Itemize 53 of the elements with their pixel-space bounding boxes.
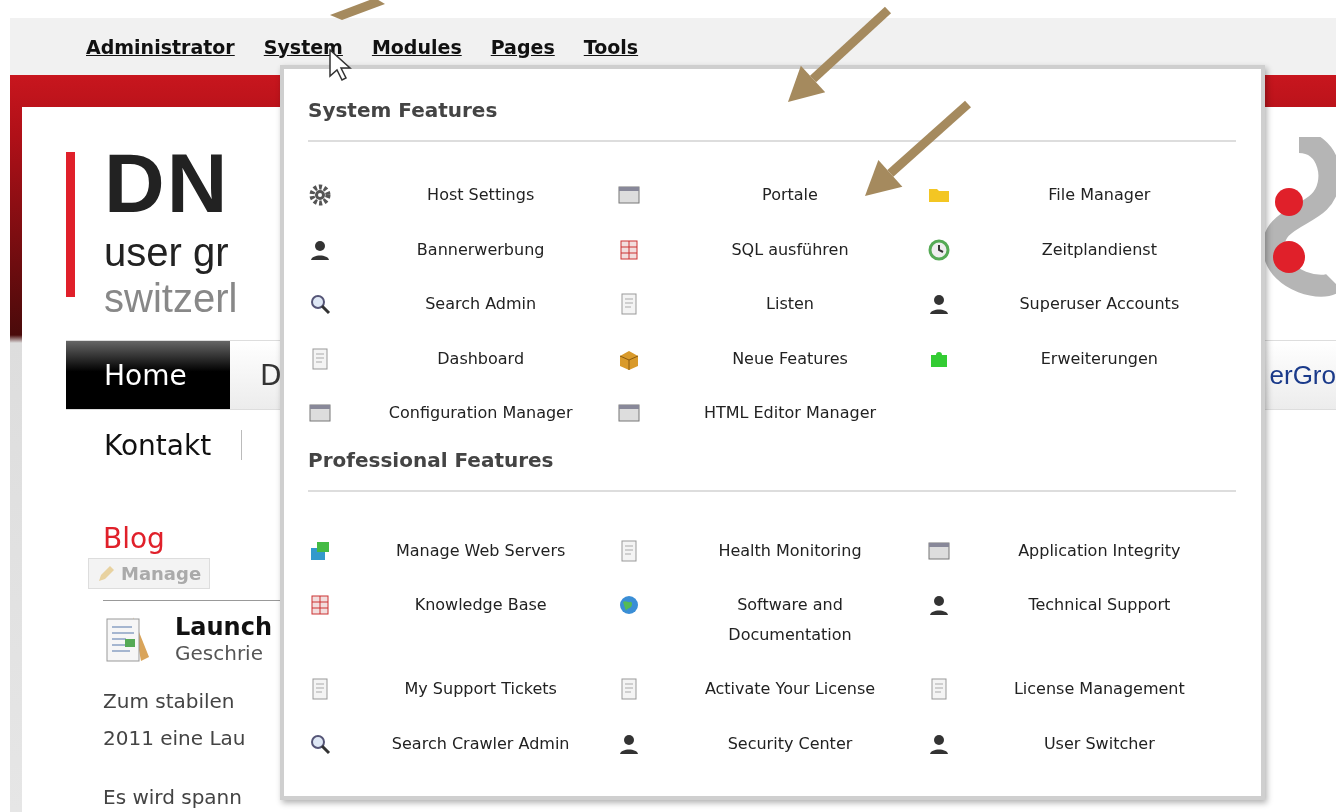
menu-item[interactable]: Knowledge Base [308, 572, 618, 656]
menu-item[interactable]: Manage Web Servers [308, 517, 618, 572]
section-heading: Professional Features [308, 446, 555, 474]
paragraph: Zum stabilen 2011 eine Lau [103, 688, 247, 752]
menu-item[interactable]: Search Crawler Admin [308, 710, 618, 765]
menu-item[interactable]: Erweiterungen [926, 331, 1236, 386]
window-icon [617, 183, 642, 207]
nav-tab[interactable]: erGro [1269, 341, 1336, 409]
menu-link[interactable]: Modules [371, 35, 462, 58]
post-title[interactable]: Launch [175, 613, 272, 641]
menu-link[interactable]: Tools [583, 35, 639, 58]
logo-subtitle: user gr [104, 229, 230, 275]
menu-item[interactable]: Software and Documentation [617, 572, 927, 656]
pencil-icon [97, 564, 115, 583]
menu-item[interactable]: Configuration Manager [308, 386, 618, 441]
menu-item[interactable]: Security Center [617, 710, 927, 765]
section-title: Blog [103, 522, 165, 556]
clock-icon [926, 237, 951, 262]
menu-item[interactable]: Zeitplandienst [926, 222, 1236, 277]
menu-link[interactable]: System [263, 35, 343, 58]
post-meta: Geschrie [175, 641, 264, 665]
menu-item[interactable]: Listen [617, 277, 927, 332]
window-icon [308, 401, 332, 425]
menu-item[interactable]: Dashboard [308, 331, 618, 386]
menu-item[interactable]: Neue Features [617, 331, 927, 386]
menu-item[interactable]: Activate Your License [617, 656, 927, 711]
menu-item[interactable]: SQL ausführen [617, 222, 927, 277]
gear-icon [308, 183, 332, 207]
table-icon [308, 593, 332, 617]
logo-subtitle: switzerl [104, 275, 238, 321]
menu-item[interactable]: Technical Support [926, 572, 1236, 656]
menu-item[interactable]: User Switcher [926, 710, 1236, 765]
menu-item[interactable]: Search Admin [308, 277, 618, 332]
menu-item[interactable]: File Manager [926, 168, 1236, 223]
menu-link[interactable]: Pages [490, 35, 555, 58]
nav-link[interactable]: Kontakt [66, 428, 212, 462]
paragraph: Es wird spann [103, 784, 243, 811]
arrow [330, 0, 385, 20]
section-heading: System Features [308, 97, 499, 124]
menu-item[interactable]: My Support Tickets [308, 656, 618, 711]
menu-item[interactable]: Application Integrity [926, 517, 1236, 572]
search-icon [308, 292, 332, 316]
menu-item[interactable]: Health Monitoring [617, 517, 927, 572]
window-icon [617, 401, 642, 425]
nav-tab[interactable]: Home [66, 341, 230, 409]
menu-item[interactable]: Superuser Accounts [926, 277, 1236, 332]
menu-item[interactable]: HTML Editor Manager [617, 386, 927, 441]
menu-link[interactable]: Administrator [86, 35, 235, 58]
menu-item[interactable]: Bannerwerbung [308, 222, 618, 277]
logo-title: DN [104, 137, 231, 229]
menu-item[interactable]: Portale [617, 168, 927, 223]
menu-item[interactable]: License Management [926, 656, 1236, 711]
menu-item[interactable]: Host Settings [308, 168, 618, 223]
